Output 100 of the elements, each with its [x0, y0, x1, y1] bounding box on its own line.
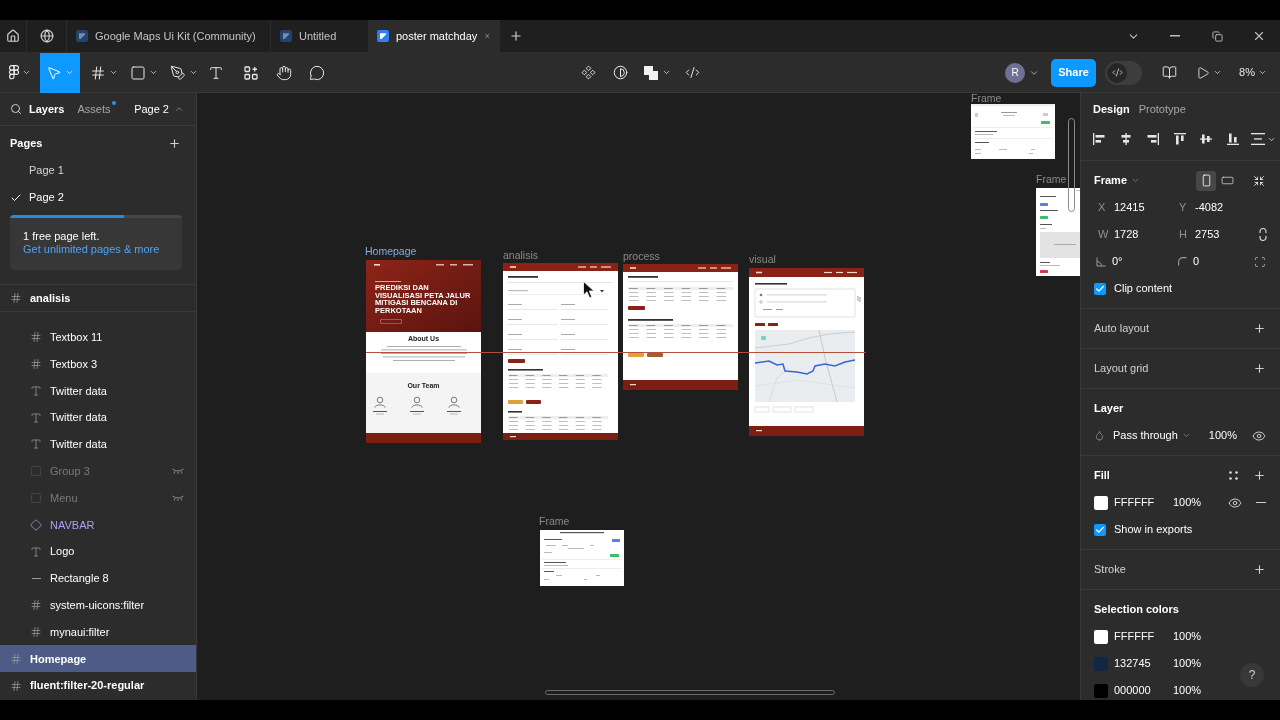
opacity-field[interactable]: 100%	[1173, 628, 1202, 645]
corners-icon[interactable]	[1254, 255, 1266, 268]
check-icon	[1095, 283, 1105, 294]
panel-tab[interactable]: Layers	[29, 100, 65, 118]
eye-icon[interactable]	[1252, 428, 1266, 443]
caret-icon	[174, 104, 184, 114]
opacity-field[interactable]: 100%	[1173, 494, 1202, 511]
caret-icon	[189, 68, 198, 77]
page-item[interactable]: Page 2	[0, 184, 196, 211]
orientation-button[interactable]	[1196, 170, 1216, 191]
layer-row[interactable]: Twitter data	[0, 377, 196, 405]
option-label: Show in exports	[1114, 522, 1193, 538]
layer-row[interactable]: fluent:filter-20-regular	[0, 672, 196, 699]
add-icon[interactable]	[1253, 469, 1266, 482]
add-icon[interactable]	[1253, 362, 1266, 375]
layer-row[interactable]: system-uicons:filter	[0, 591, 196, 619]
text-icon	[30, 384, 42, 397]
frame-preset-dropdown[interactable]: Frame	[1094, 172, 1141, 189]
code-icon[interactable]	[684, 65, 700, 80]
minimize-icon	[1170, 35, 1180, 37]
file-icon	[377, 30, 389, 42]
name-placeholder	[410, 411, 424, 415]
component-icon[interactable]	[580, 65, 596, 80]
layer-row[interactable]: Textbox 3	[0, 350, 196, 378]
panel-tab[interactable]: Design	[1093, 100, 1130, 118]
hex-field[interactable]: 000000	[1114, 682, 1167, 699]
layer-row[interactable]: analisis	[0, 285, 196, 312]
scrollbar[interactable]	[545, 690, 835, 695]
close-icon	[1252, 29, 1266, 43]
checkbox[interactable]	[1094, 282, 1106, 295]
logo-icon	[9, 65, 19, 80]
frame-label[interactable]: analisis	[503, 250, 539, 260]
hex-field[interactable]: FFFFFF	[1114, 494, 1167, 511]
hex-field[interactable]: FFFFFF	[1114, 628, 1167, 645]
eye-icon[interactable]	[1228, 495, 1242, 510]
align-center-icon[interactable]	[1119, 132, 1134, 146]
align-top-icon[interactable]	[1172, 132, 1187, 146]
remove-icon[interactable]	[1256, 501, 1266, 504]
upgrade-link[interactable]: Get unlimited pages & more	[23, 243, 160, 256]
page-dropdown[interactable]: Page 2	[134, 100, 184, 118]
user-avatar[interactable]: R	[1005, 62, 1025, 83]
panel-tab[interactable]: Assets	[77, 100, 111, 118]
person-icon	[411, 396, 423, 408]
play-icon	[1196, 65, 1210, 80]
layer-row[interactable]: Textbox 11	[0, 323, 196, 351]
rotation-field[interactable]: 0°	[1094, 250, 1171, 273]
page-item[interactable]: Page 1	[0, 157, 196, 184]
number-field[interactable]: H 2753	[1175, 223, 1252, 246]
caret-icon	[149, 68, 158, 77]
corner-radius-field[interactable]: 0	[1174, 250, 1251, 273]
dashed-square-icon	[30, 491, 42, 504]
align-left-icon[interactable]	[1092, 132, 1107, 146]
layer-row[interactable]: mynaui:filter	[0, 618, 196, 646]
align-right-icon[interactable]	[1145, 132, 1160, 146]
align-middle-icon[interactable]	[1199, 132, 1214, 146]
file-tab[interactable]: poster matchday	[368, 20, 500, 52]
frame-label[interactable]: process	[623, 251, 660, 261]
tool-button[interactable]	[40, 52, 80, 93]
help-button[interactable]: ?	[1240, 663, 1264, 687]
frame-label[interactable]: Frame	[971, 93, 1002, 103]
checkbox[interactable]	[1094, 523, 1106, 536]
opacity-field[interactable]: 100%	[1173, 655, 1202, 672]
file-icon	[280, 30, 292, 42]
add-page-icon[interactable]	[168, 137, 181, 150]
frame-label[interactable]: Frame	[539, 516, 570, 526]
section-title: Fill	[1094, 468, 1110, 484]
frame-label[interactable]: Frame	[1036, 174, 1067, 184]
layer-row[interactable]: Homepage	[0, 645, 196, 673]
link-icon[interactable]	[1259, 228, 1267, 241]
zoom-dropdown[interactable]: 8%	[1234, 57, 1272, 88]
frame-label[interactable]: Homepage	[365, 246, 417, 256]
contrast-icon[interactable]	[612, 65, 628, 80]
number-field[interactable]: Y -4082	[1175, 196, 1252, 219]
number-field[interactable]: W 1728	[1094, 223, 1171, 246]
section-title: Selection colors	[1094, 602, 1179, 618]
align-bottom-icon[interactable]	[1225, 132, 1240, 146]
add-icon[interactable]	[1253, 563, 1266, 576]
number-field[interactable]: X 12415	[1094, 196, 1171, 219]
layer-row[interactable]: NAVBAR	[0, 511, 196, 539]
overlap-squares-icon	[643, 65, 658, 80]
hash-icon	[30, 358, 42, 370]
search-icon[interactable]	[10, 103, 22, 115]
blend-mode-dropdown[interactable]: Pass through	[1094, 427, 1191, 444]
layer-row[interactable]: Rectangle 8	[0, 564, 196, 592]
layer-row[interactable]: Logo	[0, 538, 196, 565]
panel-tab[interactable]: Prototype	[1138, 100, 1186, 118]
eye-closed-icon[interactable]	[172, 468, 184, 475]
opacity-field[interactable]: 100%	[1173, 682, 1202, 699]
hash-icon	[10, 652, 22, 665]
drop-icon	[1094, 430, 1105, 441]
dev-mode-toggle[interactable]	[1105, 60, 1142, 85]
layer-row[interactable]: Twitter data	[0, 431, 196, 458]
dots-icon[interactable]	[1229, 471, 1238, 480]
eye-closed-icon[interactable]	[172, 494, 184, 501]
layer-row[interactable]: Twitter data	[0, 404, 196, 431]
opacity-field[interactable]: 100%	[1208, 427, 1237, 444]
hex-field[interactable]: 132745	[1114, 655, 1167, 672]
add-icon[interactable]	[1253, 322, 1266, 335]
text-icon	[30, 545, 42, 558]
frame-label[interactable]: visual	[749, 254, 776, 264]
